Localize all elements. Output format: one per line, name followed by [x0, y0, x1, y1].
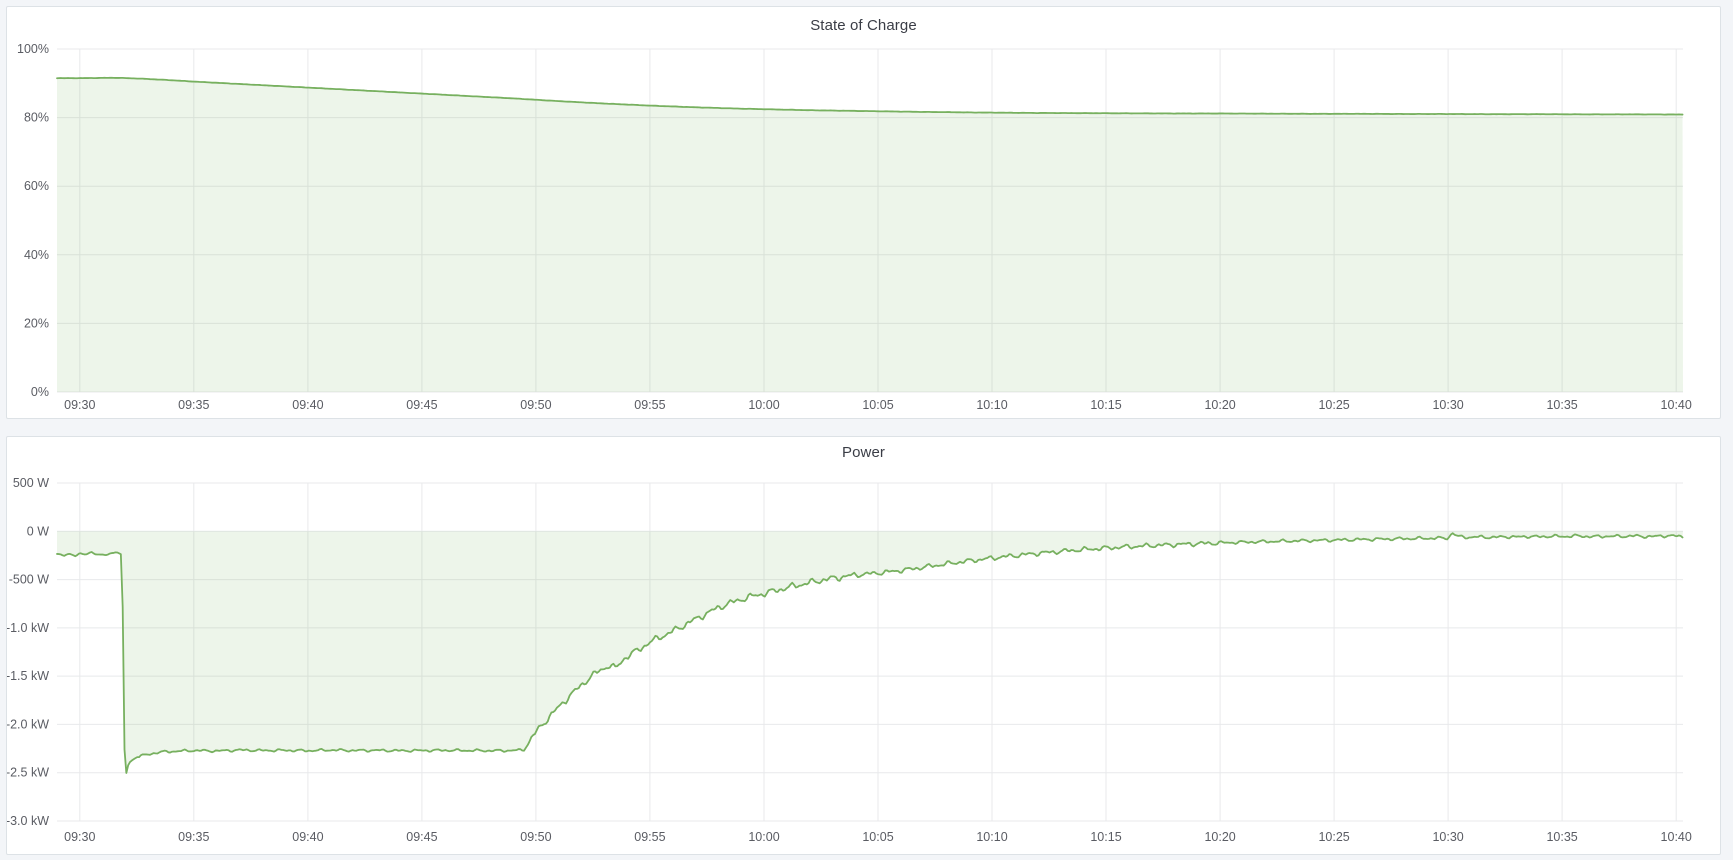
x-tick-label: 10:20 — [1204, 398, 1235, 412]
y-tick-label: 0 W — [27, 524, 49, 538]
y-tick-label: 100% — [17, 42, 49, 56]
x-tick-label: 10:15 — [1090, 398, 1121, 412]
x-tick-label: 10:25 — [1318, 398, 1349, 412]
x-tick-label: 10:10 — [976, 398, 1007, 412]
x-tick-label: 09:50 — [520, 398, 551, 412]
x-tick-label: 09:30 — [64, 830, 95, 844]
x-tick-label: 10:05 — [862, 398, 893, 412]
x-tick-label: 10:05 — [862, 830, 893, 844]
x-tick-label: 10:15 — [1090, 830, 1121, 844]
x-tick-label: 10:25 — [1318, 830, 1349, 844]
power-panel-title[interactable]: Power — [7, 437, 1720, 463]
soc-panel-title[interactable]: State of Charge — [7, 7, 1720, 37]
x-tick-label: 09:40 — [292, 398, 323, 412]
power-panel: Power 500 W 0 W -500 W -1.0 kW -1.5 kW -2.0 k… — [6, 436, 1721, 855]
x-tick-label: 09:40 — [292, 830, 323, 844]
y-tick-label: -1.5 kW — [7, 669, 49, 683]
soc-chart[interactable]: 100% 80% 60% 40% 20% 0% 09:30 09:35 09:40 09:45 09… — [7, 37, 1720, 420]
x-tick-label: 09:55 — [634, 830, 665, 844]
x-tick-label: 10:40 — [1661, 398, 1692, 412]
x-tick-label: 09:45 — [406, 830, 437, 844]
series-area — [57, 78, 1683, 392]
x-tick-label: 09:30 — [64, 398, 95, 412]
power-chart[interactable]: 500 W 0 W -500 W -1.0 kW -1.5 kW -2.0 kW -2.5 … — [7, 463, 1720, 856]
x-tick-label: 10:30 — [1432, 830, 1463, 844]
soc-panel: State of Charge 100% 80% 60% 40% 20% 0% 09:30 0… — [6, 6, 1721, 419]
x-tick-label: 10:00 — [748, 398, 779, 412]
y-tick-label: 500 W — [13, 476, 49, 490]
y-tick-label: -500 W — [9, 573, 49, 587]
y-tick-label: 60% — [24, 179, 49, 193]
x-tick-label: 09:45 — [406, 398, 437, 412]
x-tick-label: 09:35 — [178, 398, 209, 412]
x-tick-label: 10:10 — [976, 830, 1007, 844]
y-tick-label: -2.5 kW — [7, 766, 49, 780]
x-tick-label: 10:40 — [1661, 830, 1692, 844]
x-tick-label: 09:50 — [520, 830, 551, 844]
y-tick-label: 40% — [24, 248, 49, 262]
x-tick-label: 09:35 — [178, 830, 209, 844]
x-tick-label: 10:20 — [1204, 830, 1235, 844]
y-tick-label: 80% — [24, 111, 49, 125]
x-tick-label: 09:55 — [634, 398, 665, 412]
y-tick-label: 20% — [24, 316, 49, 330]
x-tick-label: 10:35 — [1546, 830, 1577, 844]
x-tick-label: 10:00 — [748, 830, 779, 844]
y-tick-label: -3.0 kW — [7, 814, 49, 828]
x-tick-label: 10:35 — [1546, 398, 1577, 412]
series-area — [57, 531, 1683, 773]
y-tick-label: 0% — [31, 385, 49, 399]
y-tick-label: -1.0 kW — [7, 621, 49, 635]
x-tick-label: 10:30 — [1432, 398, 1463, 412]
y-tick-label: -2.0 kW — [7, 717, 49, 731]
